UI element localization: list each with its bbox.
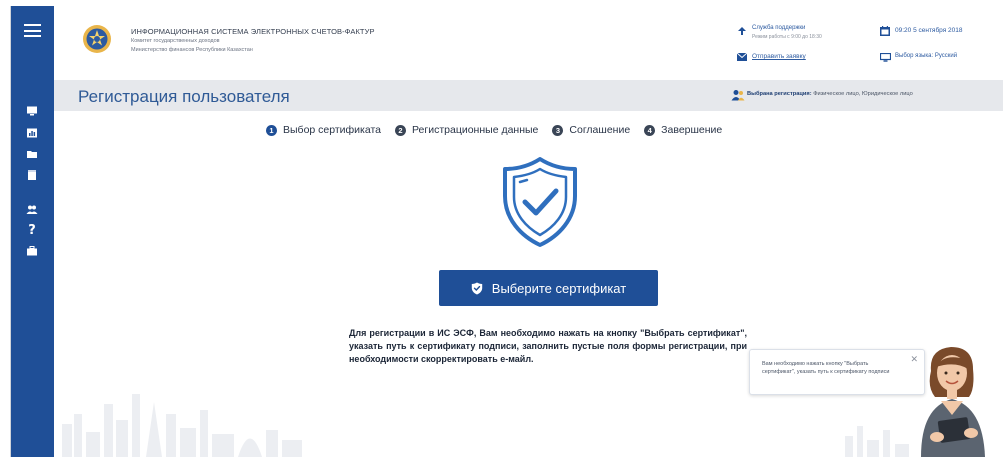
- step-agreement: 3 Соглашение: [552, 124, 630, 136]
- step-number: 1: [266, 124, 277, 136]
- send-request-link[interactable]: Отправить заявку: [752, 53, 806, 60]
- ministry-name: Министерство финансов Республики Казахст…: [131, 47, 253, 53]
- monitor-icon[interactable]: [24, 104, 40, 118]
- assistant-avatar: [921, 347, 985, 457]
- datetime: 09:20 5 сентября 2018: [895, 27, 963, 34]
- sidebar: ?: [11, 6, 54, 457]
- registration-choice: Выбрана регистрация: Физическое лицо, Юр…: [747, 91, 913, 97]
- step-number: 2: [395, 124, 407, 136]
- language-monitor-icon: [880, 53, 891, 62]
- emblem-icon: [83, 25, 111, 53]
- mail-icon: [737, 53, 747, 61]
- support-hours: Режим работы с 9:00 до 18:30: [752, 34, 822, 40]
- step-number: 4: [644, 124, 656, 136]
- registration-choice-label: Выбрана регистрация:: [747, 91, 812, 97]
- city-skyline-illustration: [62, 394, 302, 457]
- header: ИНФОРМАЦИОННАЯ СИСТЕМА ЭЛЕКТРОННЫХ СЧЕТО…: [54, 6, 1003, 80]
- step-label: Регистрационные данные: [412, 124, 539, 136]
- menu-icon[interactable]: [24, 24, 41, 37]
- step-select-certificate: 1 Выбор сертификата: [266, 124, 381, 136]
- step-registration-data: 2 Регистрационные данные: [395, 124, 538, 136]
- chart-icon[interactable]: [24, 126, 40, 140]
- select-certificate-label: Выберите сертификат: [491, 280, 627, 296]
- group-icon[interactable]: [24, 202, 40, 216]
- committee-name: Комитет государственных доходов: [131, 38, 220, 44]
- step-completion: 4 Завершение: [644, 124, 722, 136]
- briefcase-icon[interactable]: [24, 244, 40, 258]
- support-icon: [738, 27, 746, 35]
- help-icon[interactable]: ?: [24, 223, 40, 238]
- support-title[interactable]: Служба поддержки: [752, 25, 805, 31]
- users-icon: [731, 90, 745, 101]
- page-title: Регистрация пользователя: [78, 87, 290, 106]
- step-number: 3: [552, 124, 564, 136]
- step-label: Выбор сертификата: [283, 124, 382, 136]
- title-bar: Регистрация пользователя Выбрана регистр…: [54, 80, 1003, 111]
- assistant-tooltip: Вам необходимо нажать кнопку "Выбрать се…: [749, 349, 925, 395]
- assistant-tooltip-text: Вам необходимо нажать кнопку "Выбрать се…: [762, 361, 890, 375]
- language-selector[interactable]: Выбор языка: Русский: [895, 53, 957, 59]
- registration-steps: 1 Выбор сертификата 2 Регистрационные да…: [266, 124, 722, 136]
- step-label: Соглашение: [569, 124, 631, 136]
- folder-icon[interactable]: [24, 147, 40, 161]
- shield-icon: [471, 282, 482, 294]
- calendar-icon: [880, 26, 890, 36]
- document-icon[interactable]: [24, 168, 40, 182]
- select-certificate-button[interactable]: Выберите сертификат: [439, 270, 658, 306]
- system-title: ИНФОРМАЦИОННАЯ СИСТЕМА ЭЛЕКТРОННЫХ СЧЕТО…: [131, 27, 375, 36]
- shield-check-icon: [503, 157, 577, 247]
- registration-choice-value: Физическое лицо, Юридическое лицо: [813, 91, 913, 97]
- app-frame: ? ИНФОРМАЦИОННАЯ СИСТЕМА ЭЛЕКТРОННЫХ СЧЕ…: [10, 6, 1003, 457]
- instructions-text: Для регистрации в ИС ЭСФ, Вам необходимо…: [349, 328, 747, 364]
- step-label: Завершение: [661, 124, 723, 136]
